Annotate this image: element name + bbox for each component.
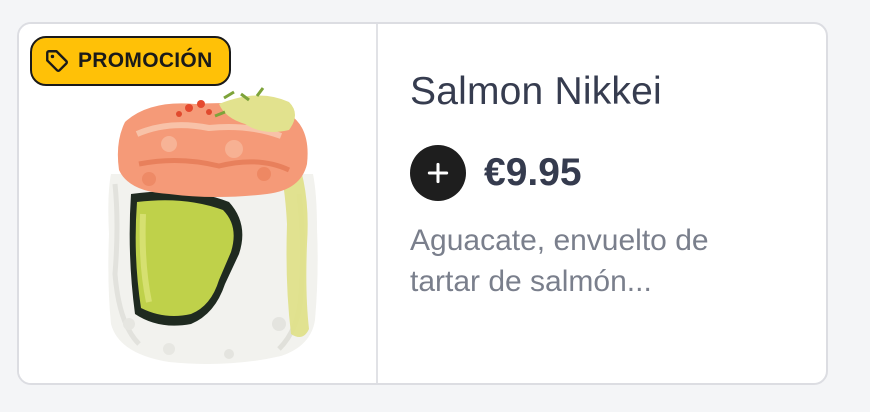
product-price: €9.95 bbox=[484, 151, 582, 194]
product-card[interactable]: PROMOCIÓN Salmon Nikkei €9.95 Aguacate, … bbox=[17, 22, 828, 385]
promotion-badge-label: PROMOCIÓN bbox=[78, 49, 213, 72]
product-title[interactable]: Salmon Nikkei bbox=[410, 70, 662, 114]
plus-icon bbox=[427, 162, 449, 184]
product-description: Aguacate, envuelto de tartar de salmón..… bbox=[410, 224, 709, 298]
promotion-badge: PROMOCIÓN bbox=[30, 36, 231, 86]
product-info: Salmon Nikkei €9.95 Aguacate, envuelto d… bbox=[378, 24, 826, 383]
add-to-cart-button[interactable] bbox=[410, 145, 466, 201]
price-row: €9.95 bbox=[410, 145, 582, 201]
product-media[interactable]: PROMOCIÓN bbox=[19, 24, 378, 383]
tag-icon bbox=[46, 50, 68, 72]
